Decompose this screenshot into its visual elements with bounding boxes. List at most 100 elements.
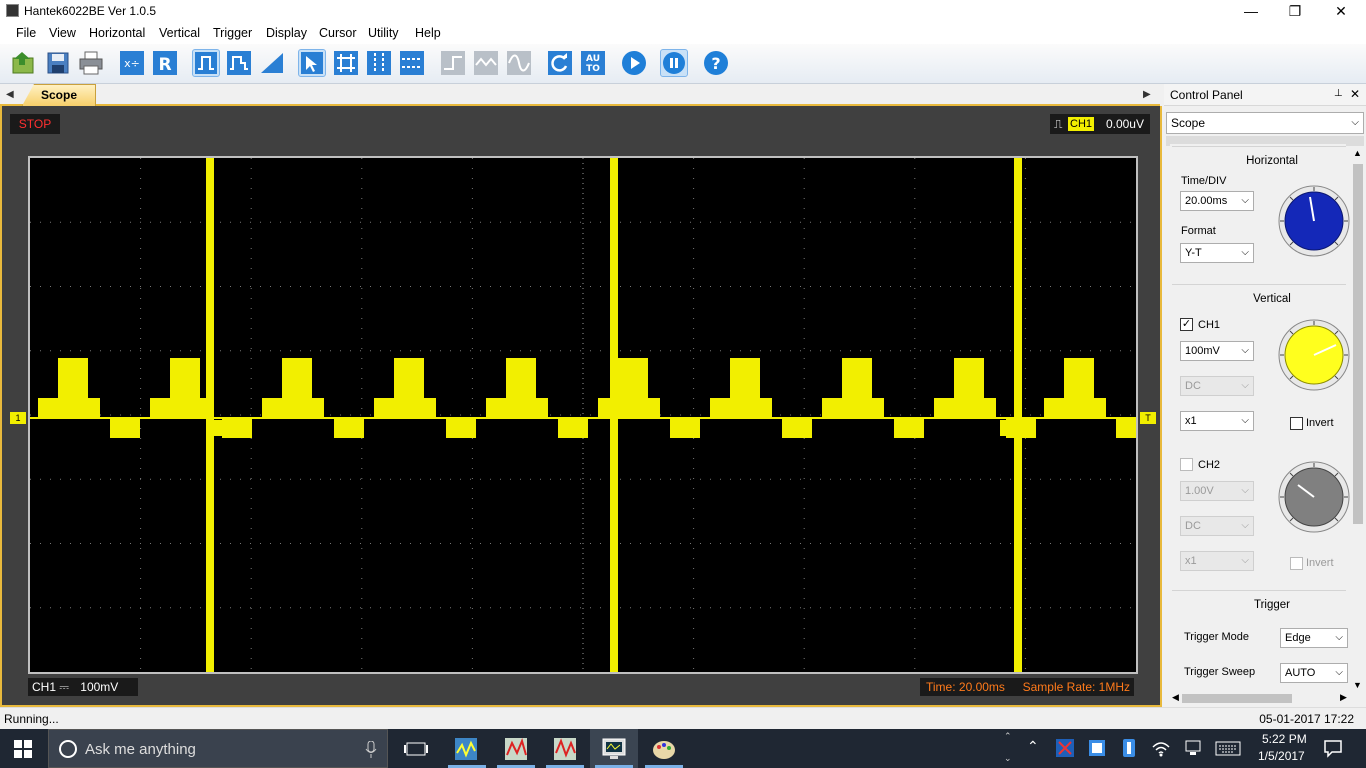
taskbar-app-chart-icon[interactable] bbox=[502, 735, 530, 763]
network-icon[interactable] bbox=[1182, 737, 1204, 759]
taskbar-app-hantek-icon[interactable] bbox=[600, 735, 628, 763]
video-trigger-icon[interactable] bbox=[225, 49, 253, 77]
ch2-checkbox[interactable] bbox=[1180, 458, 1193, 471]
menu-display[interactable]: Display bbox=[266, 26, 307, 40]
ch1-invert-checkbox[interactable] bbox=[1290, 417, 1303, 430]
ch2-volts-knob[interactable] bbox=[1278, 461, 1350, 533]
taskbar-date[interactable]: 1/5/2017 bbox=[1258, 749, 1305, 763]
chevron-down-icon: ⌵ bbox=[1351, 117, 1359, 128]
tray-app2-icon[interactable] bbox=[1086, 737, 1108, 759]
menu-utility[interactable]: Utility bbox=[368, 26, 399, 40]
save-icon[interactable] bbox=[44, 49, 72, 77]
menu-cursor[interactable]: Cursor bbox=[319, 26, 357, 40]
format-select[interactable]: Y-T ⌵ bbox=[1180, 243, 1254, 263]
select-icon[interactable] bbox=[298, 49, 326, 77]
scroll-down-icon[interactable]: ▼ bbox=[1353, 680, 1362, 690]
cursor-vertical-icon[interactable] bbox=[365, 49, 393, 77]
wave-icon[interactable] bbox=[472, 49, 500, 77]
chevron-down-icon: ⌵ bbox=[1241, 485, 1249, 496]
pin-icon[interactable]: ⊥ bbox=[1334, 88, 1343, 99]
notification-icon[interactable] bbox=[1322, 737, 1344, 759]
scroll-up-icon[interactable]: ▲ bbox=[1353, 148, 1362, 158]
restore-button[interactable]: ❐ bbox=[1272, 0, 1318, 22]
math-icon[interactable]: x÷ bbox=[118, 49, 146, 77]
ch2-volts-select[interactable]: 1.00V ⌵ bbox=[1180, 481, 1254, 501]
sine-icon[interactable] bbox=[505, 49, 533, 77]
minimize-button[interactable]: — bbox=[1228, 0, 1274, 22]
ch2-probe-select[interactable]: x1 ⌵ bbox=[1180, 551, 1254, 571]
ch2-invert-checkbox[interactable] bbox=[1290, 557, 1303, 570]
ch1-coupling-select[interactable]: DC ⌵ bbox=[1180, 376, 1254, 396]
refresh-icon[interactable] bbox=[546, 49, 574, 77]
ch1-probe-select[interactable]: x1 ⌵ bbox=[1180, 411, 1254, 431]
keyboard-icon[interactable] bbox=[1214, 737, 1242, 759]
format-label: Format bbox=[1181, 225, 1216, 237]
close-panel-icon[interactable]: ✕ bbox=[1350, 87, 1360, 101]
task-view-icon[interactable] bbox=[402, 735, 430, 763]
ch1-checkbox[interactable]: ✓ bbox=[1180, 318, 1193, 331]
windows-start-icon[interactable] bbox=[14, 740, 32, 761]
tab-scroll-right-icon[interactable]: ▶ bbox=[1143, 89, 1151, 100]
taskbar-app-scope-icon[interactable] bbox=[452, 735, 480, 763]
acquisition-status: STOP bbox=[10, 114, 60, 134]
tray-app3-icon[interactable] bbox=[1118, 737, 1140, 759]
menu-file[interactable]: File bbox=[16, 26, 36, 40]
trigger-mode-select[interactable]: Edge ⌵ bbox=[1280, 628, 1348, 648]
scroll-left-icon[interactable]: ◀ bbox=[1172, 692, 1179, 703]
reference-icon[interactable]: R bbox=[151, 49, 179, 77]
taskbar-app-chart2-icon[interactable] bbox=[551, 735, 579, 763]
svg-text:TO: TO bbox=[586, 64, 600, 74]
trigger-group: Trigger Trigger Mode Edge ⌵ Trigger Sweep… bbox=[1172, 590, 1348, 690]
search-placeholder: Ask me anything bbox=[85, 741, 196, 758]
taskbar-scroll-up-icon[interactable]: ⌃ bbox=[1004, 731, 1012, 742]
taskbar-app-paint-icon[interactable] bbox=[650, 735, 678, 763]
mode-select[interactable]: Scope ⌵ bbox=[1166, 112, 1364, 134]
grid-icon[interactable] bbox=[332, 49, 360, 77]
menu-view[interactable]: View bbox=[49, 26, 76, 40]
cursor-horizontal-icon[interactable] bbox=[398, 49, 426, 77]
sample-rate-readout: Sample Rate: 1MHz bbox=[1022, 680, 1130, 694]
taskbar-time[interactable]: 5:22 PM bbox=[1262, 732, 1307, 746]
control-panel: Control Panel ⊥ ✕ Scope ⌵ Horizontal Tim… bbox=[1164, 84, 1366, 707]
control-panel-vertical-scrollbar[interactable]: ▲ ▼ bbox=[1350, 146, 1366, 692]
scroll-right-icon[interactable]: ▶ bbox=[1340, 692, 1347, 703]
waveform-screen[interactable] bbox=[28, 156, 1138, 674]
show-hidden-icons-icon[interactable]: ⌃ bbox=[1027, 738, 1039, 755]
chevron-down-icon: ⌵ bbox=[1241, 345, 1249, 356]
taskbar-scroll-down-icon[interactable]: ⌄ bbox=[1004, 753, 1012, 764]
trace-pulse bbox=[670, 418, 700, 438]
tray-app-icon[interactable] bbox=[1054, 737, 1076, 759]
step-icon[interactable] bbox=[439, 49, 467, 77]
open-icon[interactable] bbox=[10, 49, 38, 77]
menu-trigger[interactable]: Trigger bbox=[213, 26, 252, 40]
microphone-icon[interactable] bbox=[365, 741, 377, 759]
auto-icon[interactable]: AU TO bbox=[579, 49, 607, 77]
wifi-icon[interactable] bbox=[1150, 737, 1172, 759]
scrollbar-thumb[interactable] bbox=[1353, 164, 1363, 524]
tab-scope[interactable]: Scope bbox=[22, 84, 96, 106]
close-button[interactable]: ✕ bbox=[1318, 0, 1364, 22]
tab-scroll-left-icon[interactable]: ◀ bbox=[6, 89, 14, 100]
time-div-knob[interactable] bbox=[1278, 185, 1350, 257]
trigger-level-marker[interactable]: T bbox=[1140, 412, 1156, 424]
help-icon[interactable]: ? bbox=[702, 49, 730, 77]
run-icon[interactable] bbox=[620, 49, 648, 77]
taskbar-search[interactable]: Ask me anything bbox=[48, 729, 388, 768]
chevron-down-icon: ⌵ bbox=[1241, 520, 1249, 531]
menu-vertical[interactable]: Vertical bbox=[159, 26, 200, 40]
pause-icon[interactable] bbox=[660, 49, 688, 77]
control-panel-horizontal-scrollbar[interactable]: ◀ ▶ bbox=[1172, 690, 1350, 706]
print-icon[interactable] bbox=[77, 49, 105, 77]
vertical-title: Vertical bbox=[1253, 293, 1291, 305]
menu-help[interactable]: Help bbox=[415, 26, 441, 40]
ch1-volts-select[interactable]: 100mV ⌵ bbox=[1180, 341, 1254, 361]
pulse-trigger-icon[interactable] bbox=[192, 49, 220, 77]
ch2-coupling-select[interactable]: DC ⌵ bbox=[1180, 516, 1254, 536]
trigger-sweep-select[interactable]: AUTO ⌵ bbox=[1280, 663, 1348, 683]
ch1-offset-marker[interactable]: 1 bbox=[10, 412, 26, 424]
slope-trigger-icon[interactable] bbox=[258, 49, 286, 77]
scrollbar-thumb[interactable] bbox=[1182, 694, 1292, 703]
menu-horizontal[interactable]: Horizontal bbox=[89, 26, 145, 40]
ch1-volts-knob[interactable] bbox=[1278, 319, 1350, 391]
time-div-select[interactable]: 20.00ms ⌵ bbox=[1180, 191, 1254, 211]
